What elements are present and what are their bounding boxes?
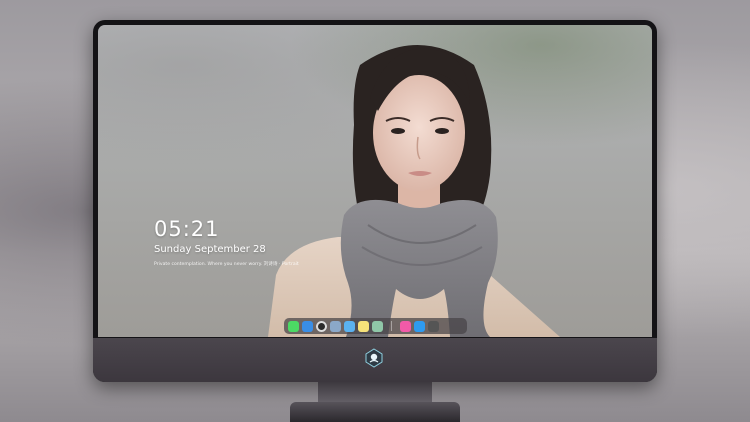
monitor-stand-base — [290, 402, 460, 422]
finder-icon[interactable] — [302, 320, 313, 332]
dock — [284, 318, 467, 334]
clock-icon[interactable] — [316, 320, 327, 332]
preview-icon[interactable] — [330, 320, 341, 332]
lock-screen: 05:21 Sunday September 28 Private contem… — [98, 25, 652, 337]
wallpaper-caption: Private contemplation. Where you never w… — [154, 262, 299, 267]
monitor-chin — [93, 338, 657, 382]
lock-clock: 05:21 — [154, 217, 220, 241]
wallpaper-portrait — [268, 45, 560, 337]
lock-date: Sunday September 28 — [154, 244, 266, 255]
music-icon[interactable] — [400, 320, 411, 332]
video-icon[interactable] — [344, 320, 355, 332]
monitor: 05:21 Sunday September 28 Private contem… — [93, 20, 657, 382]
camera-icon[interactable] — [428, 320, 439, 332]
notes-icon[interactable] — [358, 320, 369, 332]
messages-icon[interactable] — [288, 320, 299, 332]
app-store-icon[interactable] — [414, 320, 425, 332]
dock-separator — [391, 321, 392, 331]
brand-logo-icon — [365, 348, 383, 368]
monitor-stand-neck — [318, 382, 432, 404]
photos-icon[interactable] — [372, 320, 383, 332]
